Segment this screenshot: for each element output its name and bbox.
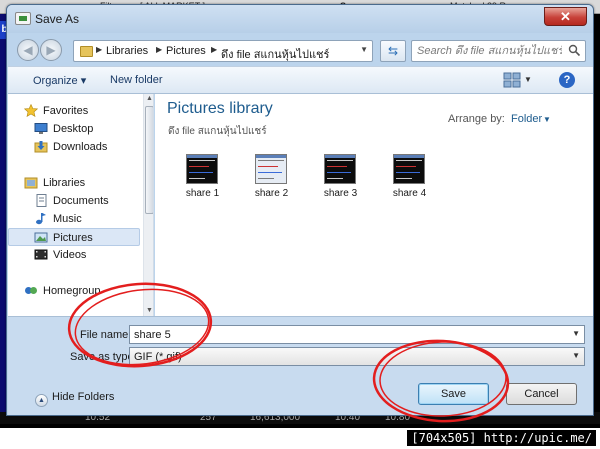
pictures-icon [34, 232, 48, 243]
desktop-icon [34, 123, 48, 134]
image-thumbnail [186, 154, 218, 184]
address-row: ◀ ▶ ▶ Libraries ▶ Pictures ▶ ดึง file สแ… [7, 35, 593, 65]
toolbar: Organize ▾ New folder ▼ ? [8, 66, 593, 94]
dialog-title: Save As [35, 12, 80, 26]
folder-icon [80, 46, 93, 57]
hide-folders-label: Hide Folders [52, 391, 115, 403]
image-thumbnail [324, 154, 356, 184]
nav-label: Documents [53, 195, 109, 207]
nav-label: Pictures [53, 232, 93, 244]
breadcrumb-separator-icon: ▶ [156, 45, 163, 54]
help-button[interactable]: ? [559, 72, 575, 88]
file-item-share-2[interactable]: share 2 [244, 154, 299, 202]
save-type-label: Save as type: [70, 351, 137, 363]
scrollbar-thumb[interactable] [145, 106, 153, 214]
homegroup-icon [25, 287, 37, 294]
hide-folders-button[interactable]: ▲ Hide Folders [35, 391, 114, 407]
address-dropdown-icon[interactable]: ▼ [360, 45, 368, 54]
nav-label: Homegroup [43, 285, 101, 297]
nav-item-documents[interactable]: Documents [8, 192, 140, 210]
star-icon [24, 104, 38, 117]
organize-button[interactable]: Organize ▾ [33, 74, 86, 87]
change-view-icon[interactable] [503, 72, 521, 88]
nav-item-pictures[interactable]: Pictures [8, 228, 140, 246]
close-button[interactable]: ✕ [544, 7, 587, 26]
file-name-dropdown-icon[interactable]: ▼ [572, 329, 580, 338]
music-icon [36, 213, 46, 225]
nav-item-desktop[interactable]: Desktop [8, 120, 140, 138]
save-as-dialog: Save As ✕ ◀ ▶ ▶ Libraries ▶ Pictures ▶ ด… [6, 4, 594, 416]
save-button[interactable]: Save [418, 383, 489, 405]
breadcrumb-libraries[interactable]: Libraries [106, 45, 148, 57]
videos-icon [34, 249, 48, 260]
save-form: File name: ▼ Save as type: GIF (*.gif) ▼… [8, 316, 593, 415]
breadcrumb-separator-icon: ▶ [211, 45, 218, 54]
file-name-field-label: File name: [80, 329, 132, 341]
downloads-icon [34, 141, 48, 153]
search-box[interactable] [411, 40, 586, 62]
breadcrumb-pictures[interactable]: Pictures [166, 45, 206, 57]
new-folder-button[interactable]: New folder [110, 74, 163, 86]
image-thumbnail [393, 154, 425, 184]
library-title: Pictures library [167, 100, 273, 117]
watermark: [704x505] http://upic.me/ [407, 430, 596, 446]
nav-label: Downloads [53, 141, 108, 153]
cancel-button[interactable]: Cancel [506, 383, 577, 405]
arrange-dropdown-icon[interactable]: ▼ [543, 115, 551, 124]
file-item-share-4[interactable]: share 4 [382, 154, 437, 202]
nav-item-homegroup[interactable]: Homegroup [8, 282, 140, 300]
nav-label: Desktop [53, 123, 94, 135]
scroll-up-icon[interactable]: ▲ [146, 95, 153, 102]
save-type-value: GIF (*.gif) [134, 351, 182, 363]
arrange-by-dropdown[interactable]: Folder [511, 113, 542, 125]
file-name-combobox[interactable]: ▼ [129, 325, 585, 344]
library-subtitle: ดึง file สแกนหุ้นไปแชร์ [168, 126, 267, 137]
image-thumbnail [255, 154, 287, 184]
nav-item-favorites[interactable]: Favorites [8, 102, 140, 120]
address-bar[interactable]: ▶ Libraries ▶ Pictures ▶ ดึง file สแกนหุ… [73, 40, 373, 62]
nav-label: Favorites [43, 105, 89, 117]
file-item-share-3[interactable]: share 3 [313, 154, 368, 202]
file-item-share-1[interactable]: share 1 [175, 154, 230, 202]
nav-label: Videos [53, 249, 87, 261]
file-name-label: share 2 [254, 188, 289, 199]
navigation-pane: Favorites Desktop Downloads Libraries Do… [8, 94, 154, 316]
save-type-dropdown-icon[interactable]: ▼ [572, 351, 580, 360]
navigation-scrollbar[interactable]: ▲ ▼ [143, 94, 153, 316]
background-right-bar [594, 14, 600, 416]
search-input[interactable] [417, 44, 562, 58]
view-dropdown-icon[interactable]: ▼ [524, 75, 532, 84]
file-name-label: share 3 [323, 188, 358, 199]
nav-item-libraries[interactable]: Libraries [8, 174, 140, 192]
nav-label: Libraries [43, 177, 86, 189]
back-button[interactable]: ◀ [17, 39, 39, 61]
nav-item-videos[interactable]: Videos [8, 246, 140, 264]
save-type-select[interactable]: GIF (*.gif) ▼ [129, 347, 585, 366]
scroll-down-icon[interactable]: ▼ [146, 307, 153, 314]
title-bar[interactable]: Save As ✕ [7, 5, 593, 33]
forward-button[interactable]: ▶ [40, 39, 62, 61]
breadcrumb-current-folder[interactable]: ดึง file สแกนหุ้นไปแชร์ [221, 45, 329, 63]
file-name-label: share 4 [392, 188, 427, 199]
file-name-label: share 1 [185, 188, 220, 199]
libraries-icon [24, 177, 38, 189]
search-icon[interactable] [568, 44, 581, 57]
nav-item-music[interactable]: Music [8, 210, 140, 228]
nav-label: Music [53, 213, 82, 225]
refresh-button[interactable]: ⇆ [380, 40, 406, 62]
picture-icon [15, 12, 31, 25]
breadcrumb-separator-icon: ▶ [96, 45, 103, 54]
arrange-by-label: Arrange by: [448, 113, 505, 125]
file-name-field[interactable] [134, 328, 554, 342]
nav-item-downloads[interactable]: Downloads [8, 138, 140, 156]
chevron-up-icon: ▲ [35, 394, 48, 407]
content-pane: Pictures library ดึง file สแกนหุ้นไปแชร์… [155, 94, 593, 316]
documents-icon [36, 194, 47, 207]
